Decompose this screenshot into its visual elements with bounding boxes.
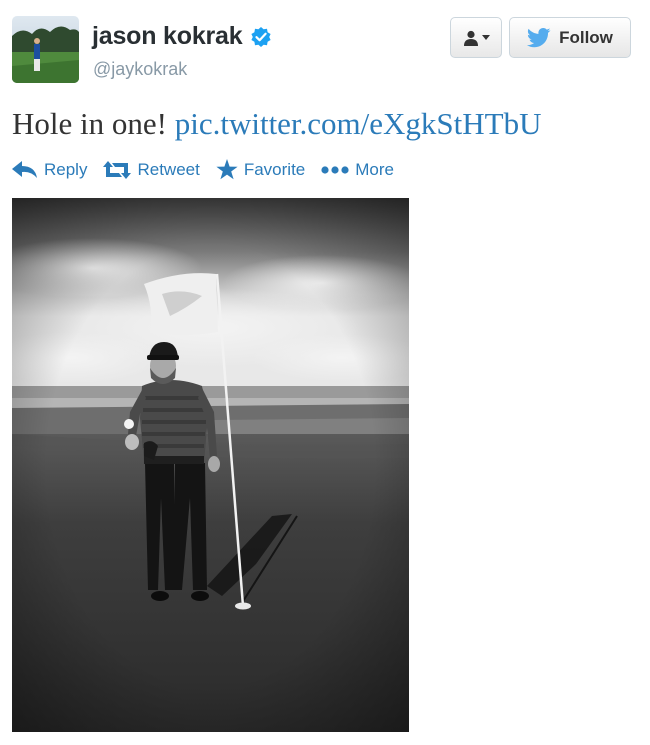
tweet-text: Hole in one! pic.twitter.com/eXgkStHTbU — [12, 106, 542, 142]
more-dots-icon — [321, 165, 349, 174]
favorite-action[interactable]: Favorite — [216, 159, 305, 180]
caret-down-icon — [481, 34, 490, 40]
user-full-name[interactable]: jason kokrak — [92, 22, 243, 51]
tweet-text-plain: Hole in one! — [12, 106, 175, 141]
user-name-row: jason kokrak — [92, 22, 272, 51]
twitter-bird-icon — [527, 27, 551, 47]
star-icon — [216, 159, 238, 180]
favorite-label: Favorite — [243, 159, 306, 179]
retweet-action[interactable]: Retweet — [103, 159, 200, 180]
tweet-photo[interactable] — [12, 198, 409, 732]
reply-label: Reply — [44, 159, 88, 179]
follow-button[interactable]: Follow — [509, 17, 631, 58]
reply-action[interactable]: Reply — [12, 160, 87, 180]
retweet-icon — [103, 160, 132, 179]
user-actions-dropdown-button[interactable] — [450, 17, 502, 58]
golfer-photo-image — [12, 198, 409, 732]
more-action[interactable]: More — [321, 160, 394, 180]
tweet-actions: Reply Retweet Favorite More — [12, 159, 410, 180]
more-label: More — [355, 159, 394, 179]
retweet-label: Retweet — [137, 159, 200, 179]
user-screen-name[interactable]: @jaykokrak — [93, 59, 187, 80]
reply-icon — [12, 160, 37, 178]
follow-button-label: Follow — [559, 27, 613, 47]
verified-badge-icon — [250, 26, 272, 48]
avatar-image — [12, 16, 79, 83]
tweet-pic-link[interactable]: pic.twitter.com/eXgkStHTbU — [175, 106, 542, 141]
person-icon — [463, 30, 478, 46]
avatar[interactable] — [12, 16, 79, 83]
